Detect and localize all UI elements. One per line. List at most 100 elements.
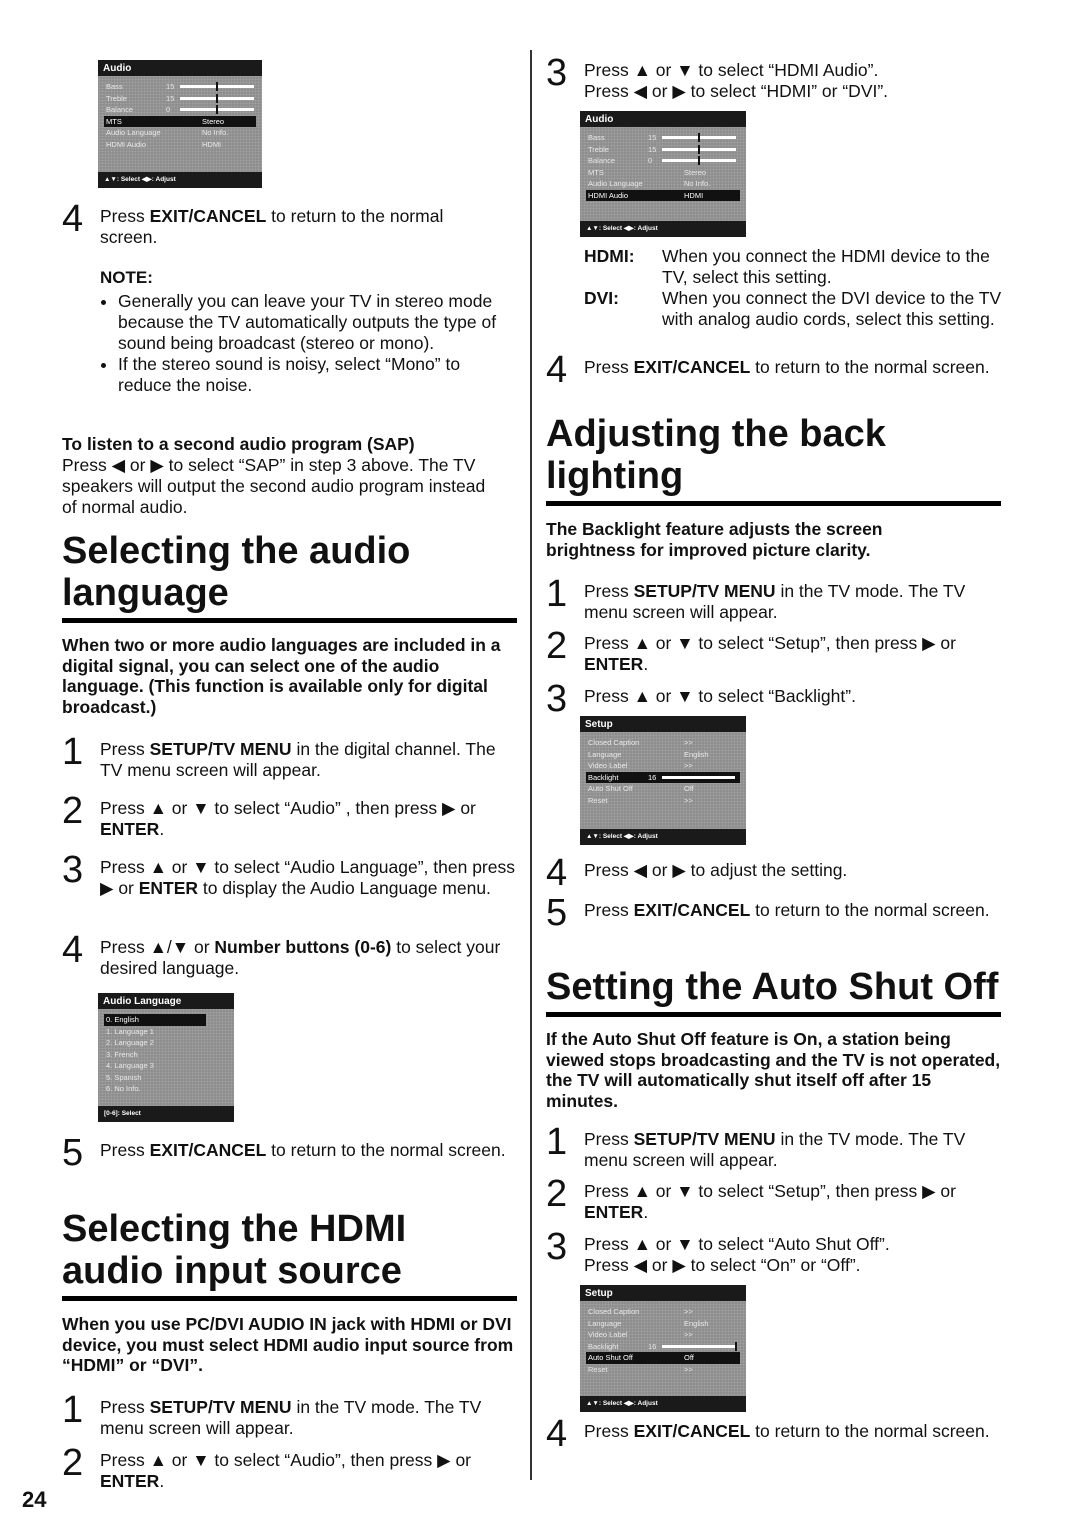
step-text: Press EXIT/CANCEL to return to the norma… bbox=[100, 1140, 506, 1160]
step-number: 4 bbox=[62, 929, 84, 971]
backlight-step-4: 4 Press ◀ or ▶ to adjust the setting. bbox=[546, 854, 1006, 892]
hdmi-lead: When you use PC/DVI AUDIO IN jack with H… bbox=[62, 1314, 514, 1375]
step-text: Press SETUP/TV MENU in the TV mode. The … bbox=[584, 1129, 966, 1170]
step-text: Press EXIT/CANCEL to return to the norma… bbox=[584, 357, 990, 377]
audio-language-step-3: 3 Press ▲ or ▼ to select “Audio Language”… bbox=[62, 851, 522, 899]
column-divider bbox=[530, 50, 532, 1480]
backlight-step-1: 1 Press SETUP/TV MENU in the TV mode. The… bbox=[546, 575, 1006, 623]
step-text: Press ▲/▼ or Number buttons (0-6) to sel… bbox=[100, 937, 501, 978]
menu-row: Treble 15 bbox=[586, 144, 740, 156]
menu-row-label: Bass bbox=[588, 133, 605, 142]
menu-row-label: HDMI Audio bbox=[588, 190, 629, 200]
menu-footer: ▲▼: Select ◀▶: Adjust bbox=[580, 221, 746, 237]
step-number: 3 bbox=[62, 849, 84, 891]
menu-row: Auto Shut Off Off bbox=[586, 783, 740, 795]
note-item: Generally you can leave your TV in stere… bbox=[118, 291, 500, 354]
menu-row-value: Off bbox=[684, 784, 694, 793]
audio-language-step-2: 2 Press ▲ or ▼ to select “Audio” , then p… bbox=[62, 792, 522, 840]
menu-row: Backlight 16 bbox=[586, 771, 740, 783]
note-block: NOTE: Generally you can leave your TV in… bbox=[100, 268, 500, 396]
menu-row-value: >> bbox=[684, 1307, 693, 1316]
note-list: Generally you can leave your TV in stere… bbox=[100, 291, 500, 396]
menu-row: Video Label >> bbox=[586, 760, 740, 772]
menu-title: Audio bbox=[98, 60, 262, 76]
menu-row: Language English bbox=[586, 1318, 740, 1330]
menu-row-label: Balance bbox=[588, 156, 616, 165]
step-text: Press EXIT/CANCEL to return to the norma… bbox=[584, 1421, 990, 1441]
menu-row: Video Label >> bbox=[586, 1329, 740, 1341]
language-option: 5. Spanish bbox=[106, 1072, 142, 1082]
sap-text: Press ◀ or ▶ to select “SAP” in step 3 a… bbox=[62, 454, 486, 517]
menu-row-value: HDMI bbox=[202, 139, 222, 149]
audio-language-step-1: 1 Press SETUP/TV MENU in the digital chan… bbox=[62, 733, 522, 781]
menu-row: Reset >> bbox=[586, 795, 740, 807]
step-text: Press ▲ or ▼ to select “Setup”, then pre… bbox=[584, 633, 956, 674]
menu-row: HDMI Audio HDMI bbox=[586, 189, 740, 201]
slider-knob bbox=[735, 1341, 737, 1351]
menu-row-value: English bbox=[684, 749, 709, 759]
menu-row-value: 16 bbox=[648, 772, 657, 782]
step-number: 4 bbox=[546, 852, 568, 894]
menu-row: Auto Shut Off Off bbox=[586, 1352, 740, 1364]
language-option: 3. French bbox=[106, 1049, 138, 1059]
menu-row-label: Reset bbox=[588, 1364, 608, 1374]
step-number: 1 bbox=[546, 1121, 568, 1163]
menu-row-label: Auto Shut Off bbox=[588, 1353, 633, 1362]
menu-row-label: Language bbox=[588, 749, 622, 759]
menu-row: Reset >> bbox=[586, 1364, 740, 1376]
menu-title: Setup bbox=[580, 716, 746, 732]
term-label: HDMI: bbox=[584, 246, 635, 266]
slider-knob bbox=[698, 144, 700, 154]
step-number: 3 bbox=[546, 1226, 568, 1268]
menu-row: MTS Stereo bbox=[586, 167, 740, 179]
step-number: 4 bbox=[546, 349, 568, 391]
menu-row-label: Auto Shut Off bbox=[588, 784, 633, 793]
menu-row-value: 15 bbox=[166, 82, 175, 91]
slider-track bbox=[662, 775, 736, 779]
step-exit-cancel: 4 Press EXIT/CANCEL to return to the norm… bbox=[62, 200, 482, 248]
step-number: 2 bbox=[62, 1442, 84, 1484]
menu-row-value: English bbox=[684, 1318, 709, 1328]
step-text: Press ▲ or ▼ to select “Backlight”. bbox=[584, 686, 856, 706]
backlight-step-5: 5 Press EXIT/CANCEL to return to the norm… bbox=[546, 894, 1006, 932]
step-text: Press SETUP/TV MENU in the TV mode. The … bbox=[584, 581, 966, 622]
menu-row-value: 0 bbox=[166, 105, 171, 114]
language-option: 0. English bbox=[104, 1014, 206, 1026]
menu-row-value: 0 bbox=[648, 156, 653, 165]
step-number: 3 bbox=[546, 52, 568, 94]
step-text: Press EXIT/CANCEL to return to the norma… bbox=[584, 900, 990, 920]
menu-row-value: 15 bbox=[648, 133, 657, 142]
term-description: When you connect the DVI device to the T… bbox=[662, 288, 1002, 329]
menu-footer: [0-6]: Select bbox=[98, 1106, 234, 1122]
menu-row: Bass 15 bbox=[104, 81, 256, 93]
step-text: Press ▲ or ▼ to select “Auto Shut Off”. P… bbox=[584, 1234, 890, 1275]
tv-menu-audio-hdmi: Audio Bass 15 Treble 15 Balance 0 MTS Stereo Audi… bbox=[580, 111, 746, 237]
menu-title: Setup bbox=[580, 1285, 746, 1301]
step-number: 4 bbox=[62, 198, 84, 240]
step-text: Press EXIT/CANCEL to return to the norma… bbox=[100, 206, 444, 247]
backlight-step-3: 3 Press ▲ or ▼ to select “Backlight”. bbox=[546, 680, 1006, 718]
backlight-lead: The Backlight feature adjusts the screen… bbox=[546, 519, 883, 560]
auto-shut-off-step-3: 3 Press ▲ or ▼ to select “Auto Shut Off”.… bbox=[546, 1228, 1006, 1276]
note-item: If the stereo sound is noisy, select “Mo… bbox=[118, 354, 500, 396]
menu-row: Treble 15 bbox=[104, 93, 256, 105]
menu-title: Audio Language bbox=[98, 993, 234, 1009]
term-hdmi: HDMI: When you connect the HDMI device t… bbox=[584, 246, 1004, 288]
step-number: 1 bbox=[62, 1389, 84, 1431]
tv-menu-audio-language: Audio Language 0. English 1. Language 1 2.… bbox=[98, 993, 234, 1122]
menu-row-label: Audio Language bbox=[588, 179, 643, 188]
menu-row-label: Balance bbox=[106, 105, 134, 114]
slider-track bbox=[662, 1344, 736, 1348]
step-text: Press ◀ or ▶ to adjust the setting. bbox=[584, 860, 848, 880]
menu-row-value: >> bbox=[684, 761, 693, 770]
menu-footer: ▲▼: Select ◀▶: Adjust bbox=[580, 829, 746, 845]
step-number: 2 bbox=[546, 1173, 568, 1215]
menu-row-label: Audio Language bbox=[106, 128, 161, 137]
auto-shut-off-lead: If the Auto Shut Off feature is On, a st… bbox=[546, 1029, 1001, 1111]
section-title-auto-shut-off: Setting the Auto Shut Off bbox=[546, 966, 1001, 1017]
step-number: 2 bbox=[62, 790, 84, 832]
language-option: 6. No Info. bbox=[106, 1084, 141, 1093]
step-number: 4 bbox=[546, 1413, 568, 1455]
menu-row: Backlight 16 bbox=[586, 1341, 740, 1353]
step-number: 2 bbox=[546, 625, 568, 667]
